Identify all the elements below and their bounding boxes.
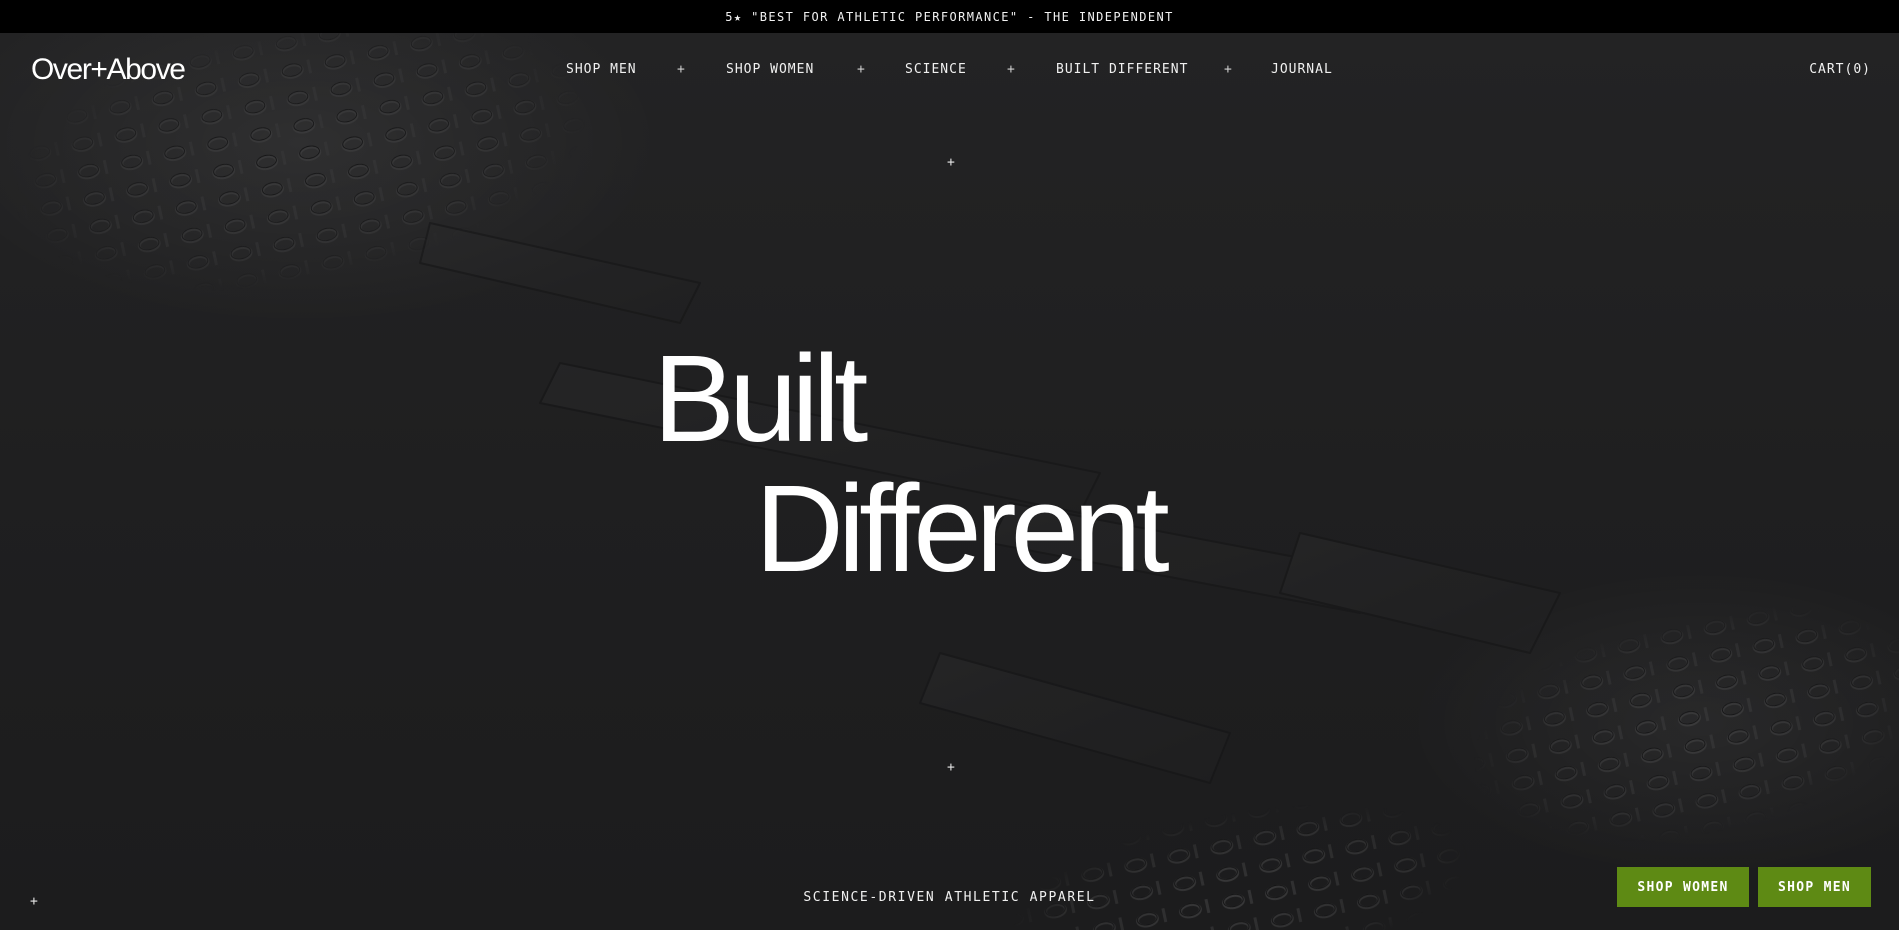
hero-crosshair-top: + — [947, 155, 955, 170]
nav-science-expand-icon[interactable]: + — [1007, 62, 1015, 77]
cart-link[interactable]: CART(0) — [1809, 62, 1871, 77]
nav-shop-women-expand-icon[interactable]: + — [857, 62, 865, 77]
nav-built-different[interactable]: BUILT DIFFERENT — [1056, 62, 1188, 77]
announcement-text: 5★ "BEST FOR ATHLETIC PERFORMANCE" - THE… — [725, 9, 1174, 24]
hero-crosshair-middle: + — [947, 760, 955, 775]
nav-built-different-expand-icon[interactable]: + — [1224, 62, 1232, 77]
nav-shop-women[interactable]: SHOP WOMEN — [726, 62, 814, 77]
nav-science[interactable]: SCIENCE — [905, 62, 967, 77]
nav-shop-men[interactable]: SHOP MEN — [566, 62, 637, 77]
nav-journal[interactable]: JOURNAL — [1271, 62, 1333, 77]
announcement-bar: 5★ "BEST FOR ATHLETIC PERFORMANCE" - THE… — [0, 0, 1899, 33]
shop-men-button[interactable]: SHOP MEN — [1758, 867, 1871, 907]
hero-tagline: SCIENCE-DRIVEN ATHLETIC APPAREL — [803, 890, 1096, 905]
shop-women-button[interactable]: SHOP WOMEN — [1617, 867, 1749, 907]
main-nav: SHOP MEN + SHOP WOMEN + SCIENCE + BUILT … — [0, 62, 1899, 82]
hero-headline-line2: Different — [755, 461, 1170, 598]
nav-shop-men-expand-icon[interactable]: + — [677, 62, 685, 77]
hero-headline-line1: Built — [653, 331, 868, 468]
